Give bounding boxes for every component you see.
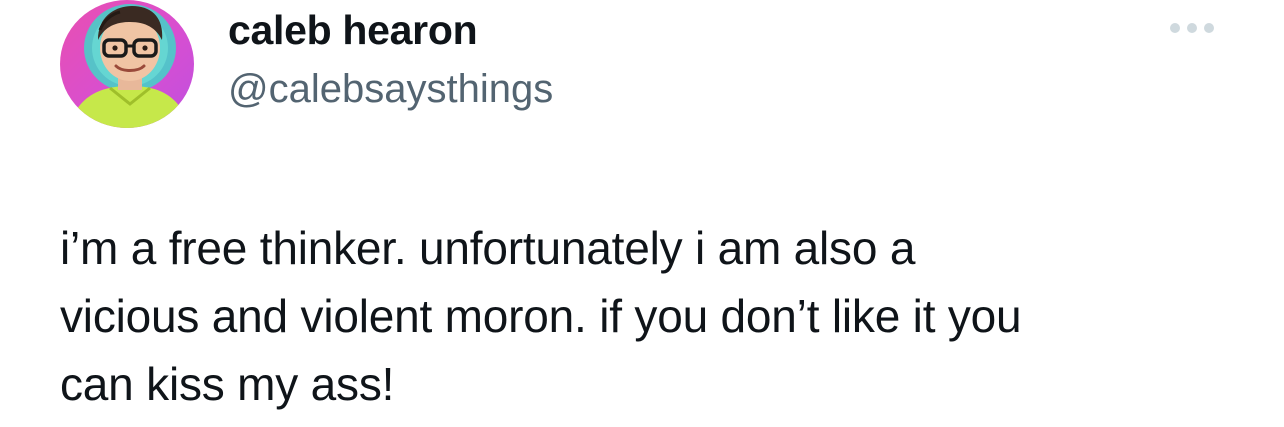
author-handle[interactable]: @calebsaysthings (228, 64, 553, 114)
more-options-button[interactable] (1166, 8, 1222, 48)
tweet: caleb hearon @calebsaysthings i’m a free… (0, 0, 1284, 427)
author-name[interactable]: caleb hearon (228, 4, 478, 56)
tweet-text: i’m a free thinker. unfortunately i am a… (60, 214, 1260, 418)
tweet-text-line: i’m a free thinker. unfortunately i am a… (60, 222, 916, 274)
tweet-text-line: can kiss my ass! (60, 358, 395, 410)
tweet-text-line: vicious and violent moron. if you don’t … (60, 290, 1022, 342)
more-horizontal-icon (1170, 23, 1214, 33)
author-avatar[interactable] (60, 0, 194, 128)
user-avatar-photo (60, 0, 194, 128)
